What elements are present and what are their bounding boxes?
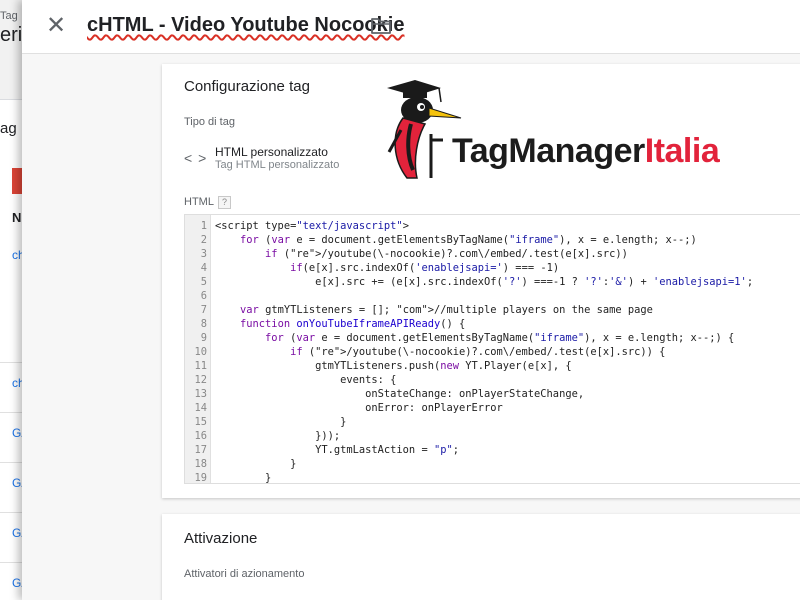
code-line: 4 if(e[x].src.indexOf('enablejsapi=') ==… <box>185 261 559 275</box>
code-line: 16 })); <box>185 429 340 443</box>
code-line: 15 } <box>185 415 346 429</box>
code-text: gtmYTListeners.push(new YT.Player(e[x], … <box>215 360 572 372</box>
background-divider <box>0 362 22 363</box>
background-divider <box>0 462 22 463</box>
tag-name-text: cHTML - Video Youtube Nocookie <box>87 14 405 36</box>
code-text: } <box>215 416 347 428</box>
triggering-card: Attivazione Attivatori di azionamento <box>162 514 800 600</box>
code-line: 19 } <box>185 471 271 484</box>
line-number: 14 <box>194 402 207 414</box>
code-line: 9 for (var e = document.getElementsByTag… <box>185 331 735 345</box>
background-divider <box>0 512 22 513</box>
close-icon[interactable]: ✕ <box>42 13 70 41</box>
code-text: if ("re">/youtube(\-nocookie)?.com\/embe… <box>290 346 666 358</box>
line-number: 2 <box>200 234 207 246</box>
help-icon[interactable]: ? <box>218 196 231 209</box>
line-number: 5 <box>200 276 207 288</box>
firing-triggers-label: Attivatori di azionamento <box>184 568 305 580</box>
code-text: <script type="text/javascript"> <box>215 220 409 232</box>
line-number: 9 <box>200 332 207 344</box>
configuration-title: Configurazione tag <box>184 78 310 95</box>
tag-configuration-card: Configurazione tag Tipo di tag < > HTML … <box>162 64 800 498</box>
tag-editor-panel: ✕ cHTML - Video Youtube Nocookie Configu… <box>22 0 800 600</box>
code-text: e[x].src += (e[x].src.indexOf('?') ===-1… <box>215 276 754 288</box>
background-tag-label: Tag <box>0 10 18 22</box>
background-divider <box>0 562 22 563</box>
line-number: 7 <box>200 304 207 316</box>
code-text: var gtmYTListeners = []; "com">//multipl… <box>240 304 653 316</box>
line-number: 16 <box>194 430 207 442</box>
code-line: 10 if ("re">/youtube(\-nocookie)?.com\/e… <box>185 345 665 359</box>
code-line: 13 onStateChange: onPlayerStateChange, <box>185 387 584 401</box>
code-line: 6 <box>185 289 207 303</box>
html-code-editor[interactable]: 1 <script type="text/javascript"> 2 for (v… <box>184 214 800 484</box>
line-number: 12 <box>194 374 207 386</box>
html-label: HTML <box>184 196 214 208</box>
line-number: 17 <box>194 444 207 456</box>
code-line: 2 for (var e = document.getElementsByTag… <box>185 233 697 247</box>
folder-icon[interactable] <box>370 16 392 36</box>
line-number: 15 <box>194 416 207 428</box>
code-line: 11 gtmYTListeners.push(new YT.Player(e[x… <box>185 359 571 373</box>
code-icon: < > <box>184 150 208 166</box>
code-text: if ("re">/youtube(\-nocookie)?.com\/embe… <box>265 248 628 260</box>
line-number: 3 <box>200 248 207 260</box>
tag-type-name[interactable]: HTML personalizzato <box>215 145 328 159</box>
code-line: 5 e[x].src += (e[x].src.indexOf('?') ===… <box>185 275 753 289</box>
code-text: if(e[x].src.indexOf('enablejsapi=') === … <box>290 262 560 274</box>
code-line: 7 var gtmYTListeners = []; "com">//multi… <box>185 303 653 317</box>
line-number: 6 <box>200 290 207 302</box>
logo-text-part2: Italia <box>644 132 720 170</box>
code-line: 3 if ("re">/youtube(\-nocookie)?.com\/em… <box>185 247 628 261</box>
code-text: onError: onPlayerError <box>215 402 503 414</box>
code-text: for (var e = document.getElementsByTagNa… <box>240 234 697 246</box>
line-number: 13 <box>194 388 207 400</box>
code-text: events: { <box>215 374 397 386</box>
code-text: YT.gtmLastAction = "p"; <box>215 444 459 456</box>
line-number: 19 <box>194 472 207 484</box>
line-number: 4 <box>200 262 207 274</box>
code-text: for (var e = document.getElementsByTagNa… <box>265 332 735 344</box>
code-line: 1 <script type="text/javascript"> <box>185 219 409 233</box>
background-column-header: N <box>12 210 22 225</box>
logo-text-part1: TagManager <box>452 132 645 170</box>
line-number: 1 <box>200 220 207 232</box>
panel-header: ✕ cHTML - Video Youtube Nocookie <box>22 0 800 54</box>
code-text: } <box>215 458 297 470</box>
code-line: 8 function onYouTubeIframeAPIReady() { <box>185 317 466 331</box>
tag-type-description: Tag HTML personalizzato <box>215 159 340 171</box>
logo-wordmark: TagManagerItalia <box>452 132 720 171</box>
code-line: 17 YT.gtmLastAction = "p"; <box>185 443 459 457</box>
tag-type-label: Tipo di tag <box>184 116 235 128</box>
line-number: 8 <box>200 318 207 330</box>
code-text: onStateChange: onPlayerStateChange, <box>215 388 585 400</box>
code-line: 14 onError: onPlayerError <box>185 401 502 415</box>
line-number: 18 <box>194 458 207 470</box>
code-text: function onYouTubeIframeAPIReady() { <box>240 318 466 330</box>
tag-name-field[interactable]: cHTML - Video Youtube Nocookie <box>87 14 404 37</box>
background-divider <box>0 412 22 413</box>
code-line: 18 } <box>185 457 296 471</box>
code-line: 12 events: { <box>185 373 396 387</box>
line-number: 11 <box>194 360 207 372</box>
triggering-title: Attivazione <box>184 530 258 547</box>
code-text: } <box>215 472 272 484</box>
line-number: 10 <box>194 346 207 358</box>
background-subtitle: ag <box>0 120 17 137</box>
code-text: })); <box>215 430 341 442</box>
